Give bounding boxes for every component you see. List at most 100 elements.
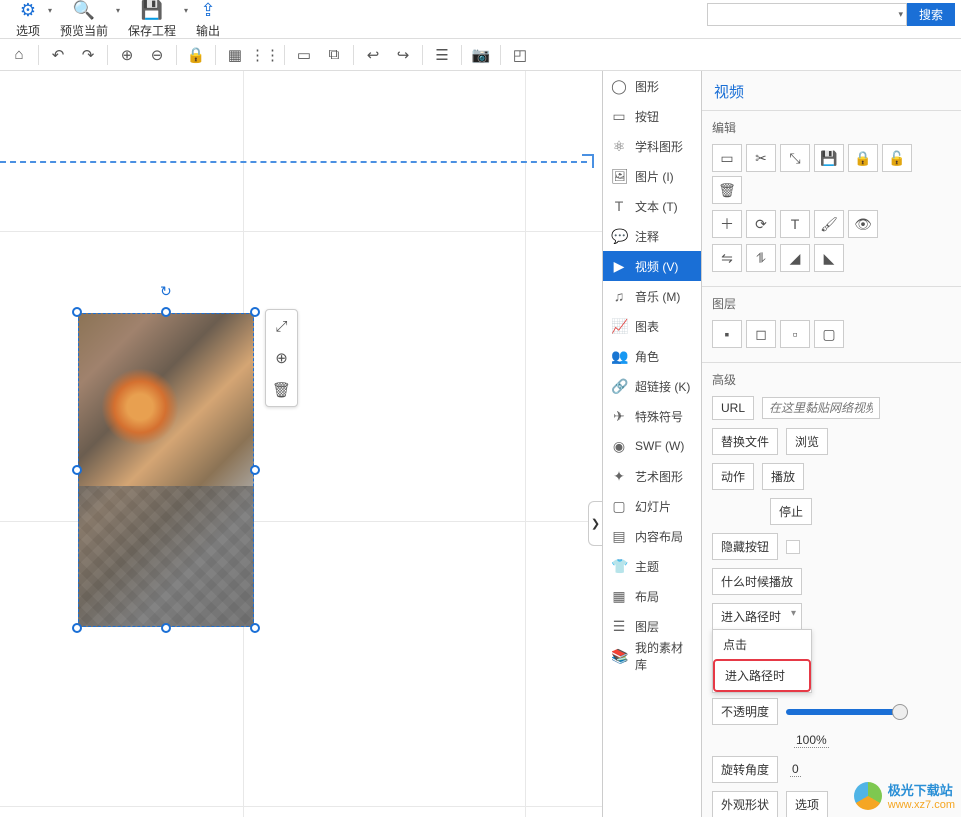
list-icon[interactable]: ☰ — [427, 41, 457, 69]
insert-button[interactable]: ▭按钮 — [603, 101, 701, 131]
insert-text[interactable]: T文本 (T) — [603, 191, 701, 221]
zoom-in-icon[interactable]: ⊕ — [112, 41, 142, 69]
flip-h-icon[interactable]: ⇋ — [712, 244, 742, 272]
rotate-handle[interactable]: ↻ — [160, 283, 172, 300]
insert-music[interactable]: ♫音乐 (M) — [603, 281, 701, 311]
expand-icon[interactable]: ⤢ — [266, 310, 297, 342]
eye-icon[interactable]: 👁 — [848, 210, 878, 238]
redo-icon[interactable]: ↷ — [73, 41, 103, 69]
back-icon[interactable]: ↩ — [358, 41, 388, 69]
bring-front-icon[interactable]: ▪ — [712, 320, 742, 348]
home-icon[interactable]: ⌂ — [4, 41, 34, 69]
replace-file-button[interactable]: 替换文件 — [712, 428, 778, 455]
opacity-slider[interactable] — [786, 709, 906, 715]
insert-slide[interactable]: ▢幻灯片 — [603, 491, 701, 521]
insert-layout[interactable]: ▤内容布局 — [603, 521, 701, 551]
insert-layout2[interactable]: ▦布局 — [603, 581, 701, 611]
my-library[interactable]: 📚我的素材库 — [603, 641, 701, 671]
opacity-value[interactable]: 100% — [794, 733, 829, 748]
export-label: 输出 — [196, 22, 220, 39]
rect-icon[interactable]: ▭ — [289, 41, 319, 69]
insert-shape[interactable]: ◯图形 — [603, 71, 701, 101]
resize-handle[interactable] — [161, 307, 171, 317]
delete-icon[interactable]: 🗑 — [712, 176, 742, 204]
frame-icon[interactable]: ◰ — [505, 41, 535, 69]
resize-handle[interactable] — [72, 307, 82, 317]
when-play-select[interactable]: 进入路径时 — [712, 603, 802, 630]
resize-handle[interactable] — [72, 623, 82, 633]
insert-comment[interactable]: 💬注释 — [603, 221, 701, 251]
tool-crop-icon[interactable]: ✂ — [746, 144, 776, 172]
insert-swf[interactable]: ◉SWF (W) — [603, 431, 701, 461]
dropdown-option-click[interactable]: 点击 — [713, 630, 811, 659]
insert-link[interactable]: 🔗超链接 (K) — [603, 371, 701, 401]
stop-button[interactable]: 停止 — [770, 498, 812, 525]
lock-icon[interactable]: 🔒 — [848, 144, 878, 172]
resize-handle[interactable] — [161, 623, 171, 633]
selected-video-object[interactable]: ↻ — [78, 313, 254, 627]
search-button[interactable]: 搜索 — [907, 3, 955, 26]
flash-icon: ◉ — [611, 438, 627, 455]
options-button[interactable]: ⚙ 选项 ▾ — [6, 0, 50, 39]
bring-forward-icon[interactable]: ▫ — [780, 320, 810, 348]
hide-button-checkbox[interactable] — [786, 540, 800, 554]
insert-chart[interactable]: 📈图表 — [603, 311, 701, 341]
insert-theme[interactable]: 👕主题 — [603, 551, 701, 581]
link-icon: 🔗 — [611, 378, 627, 395]
insert-symbol[interactable]: ✈特殊符号 — [603, 401, 701, 431]
grid-icon[interactable]: ▦ — [220, 41, 250, 69]
insert-subject-shape[interactable]: ⚛学科图形 — [603, 131, 701, 161]
copy-icon[interactable]: ⧉ — [319, 41, 349, 69]
guide-marker — [582, 154, 594, 168]
skew-icon[interactable]: ◢ — [780, 244, 810, 272]
insert-artshape[interactable]: ✦艺术图形 — [603, 461, 701, 491]
watermark-url: www.xz7.com — [888, 799, 955, 811]
insert-video[interactable]: ▶视频 (V) — [603, 251, 701, 281]
advanced-header: 高级 — [712, 371, 951, 388]
opacity-label: 不透明度 — [712, 698, 778, 725]
search-input[interactable] — [707, 3, 907, 26]
save-label: 保存工程 — [128, 22, 176, 39]
play-button[interactable]: 播放 — [762, 463, 804, 490]
tool-save-icon[interactable]: 💾 — [814, 144, 844, 172]
skew2-icon[interactable]: ◣ — [814, 244, 844, 272]
grid-dots-icon[interactable]: ⋮⋮ — [250, 41, 280, 69]
flip-v-icon[interactable]: ⥮ — [746, 244, 776, 272]
unlock-icon[interactable]: 🔓 — [882, 144, 912, 172]
preview-button[interactable]: 🔍 预览当前 ▾ — [50, 0, 118, 39]
forward-icon[interactable]: ↪ — [388, 41, 418, 69]
shape-options-button[interactable]: 选项 — [786, 791, 828, 817]
save-button[interactable]: 💾 保存工程 ▾ — [118, 0, 186, 39]
insert-layer[interactable]: ☰图层 — [603, 611, 701, 641]
delete-icon[interactable]: 🗑 — [266, 374, 297, 406]
browse-button[interactable]: 浏览 — [786, 428, 828, 455]
dropdown-option-enter[interactable]: 进入路径时 — [717, 663, 807, 688]
add-icon[interactable]: ＋ — [712, 210, 742, 238]
rotate-value[interactable]: 0 — [790, 762, 801, 777]
lock-icon[interactable]: 🔒 — [181, 41, 211, 69]
undo-icon[interactable]: ↶ — [43, 41, 73, 69]
chevron-down-icon[interactable]: ▾ — [898, 9, 903, 20]
theme-icon: 👕 — [611, 558, 627, 575]
text-tool-icon[interactable]: T — [780, 210, 810, 238]
insert-role[interactable]: 👥角色 — [603, 341, 701, 371]
resize-handle[interactable] — [250, 307, 260, 317]
collapse-panel-button[interactable]: ❯ — [588, 501, 602, 546]
export-button[interactable]: ⇪ 输出 — [186, 0, 230, 39]
tool-select-icon[interactable]: ▭ — [712, 144, 742, 172]
brush-icon[interactable]: 🖌 — [814, 210, 844, 238]
camera-icon[interactable]: 📷 — [466, 41, 496, 69]
add-icon[interactable]: ⊕ — [266, 342, 297, 374]
resize-handle[interactable] — [250, 623, 260, 633]
resize-handle[interactable] — [250, 465, 260, 475]
send-backward-icon[interactable]: ▢ — [814, 320, 844, 348]
canvas[interactable]: ↻ ⤢ ⊕ 🗑 ❯ — [0, 71, 602, 817]
url-input[interactable] — [762, 397, 880, 419]
tool-transform-icon[interactable]: ⤡ — [780, 144, 810, 172]
insert-image[interactable]: 🖼图片 (I) — [603, 161, 701, 191]
zoom-out-icon[interactable]: ⊖ — [142, 41, 172, 69]
send-back-icon[interactable]: ◻ — [746, 320, 776, 348]
refresh-icon[interactable]: ⟳ — [746, 210, 776, 238]
resize-handle[interactable] — [72, 465, 82, 475]
props-title: 视频 — [702, 71, 961, 110]
